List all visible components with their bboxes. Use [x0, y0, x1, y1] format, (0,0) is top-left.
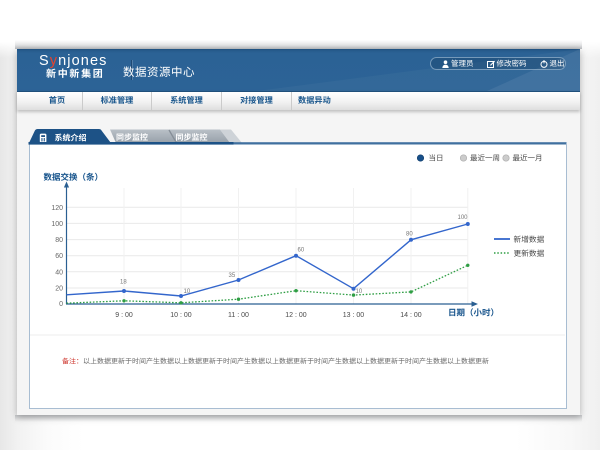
svg-text:0: 0 [59, 301, 63, 308]
svg-text:100: 100 [458, 215, 469, 221]
svg-text:更新数据: 更新数据 [514, 249, 545, 258]
svg-text:10: 10 [184, 289, 191, 295]
svg-text:35: 35 [229, 273, 236, 279]
svg-text:10 : 00: 10 : 00 [170, 312, 192, 319]
svg-text:100: 100 [51, 221, 63, 228]
svg-text:日期（小时）: 日期（小时） [448, 308, 499, 318]
svg-text:新增数据: 新增数据 [514, 235, 545, 244]
svg-text:60: 60 [55, 253, 63, 260]
svg-text:60: 60 [298, 248, 305, 254]
svg-text:系统介绍: 系统介绍 [55, 134, 87, 143]
svg-text:数据交换（条）: 数据交换（条） [44, 172, 104, 182]
svg-text:40: 40 [55, 269, 63, 276]
svg-text:14 : 00: 14 : 00 [400, 312, 422, 319]
svg-text:13 : 00: 13 : 00 [343, 312, 365, 319]
svg-text:20: 20 [55, 285, 63, 292]
svg-text:11 : 00: 11 : 00 [228, 312, 249, 319]
svg-text:10: 10 [356, 289, 363, 295]
svg-text:18: 18 [120, 280, 127, 286]
svg-text:9 : 00: 9 : 00 [115, 312, 133, 319]
svg-text:12 : 00: 12 : 00 [285, 312, 307, 319]
svg-text:同步监控: 同步监控 [116, 133, 148, 142]
svg-text:备注：以上数据更新于时间产生数据以上数据更新于时间产生数据以: 备注：以上数据更新于时间产生数据以上数据更新于时间产生数据以上数据更新于时间产生… [62, 358, 489, 366]
svg-text:最近一月: 最近一月 [513, 154, 543, 163]
svg-text:80: 80 [55, 237, 63, 244]
svg-text:120: 120 [51, 205, 63, 212]
svg-text:最近一周: 最近一周 [470, 154, 500, 163]
svg-text:当日: 当日 [429, 154, 444, 163]
svg-text:80: 80 [406, 232, 413, 238]
svg-text:同步监控: 同步监控 [176, 133, 208, 142]
